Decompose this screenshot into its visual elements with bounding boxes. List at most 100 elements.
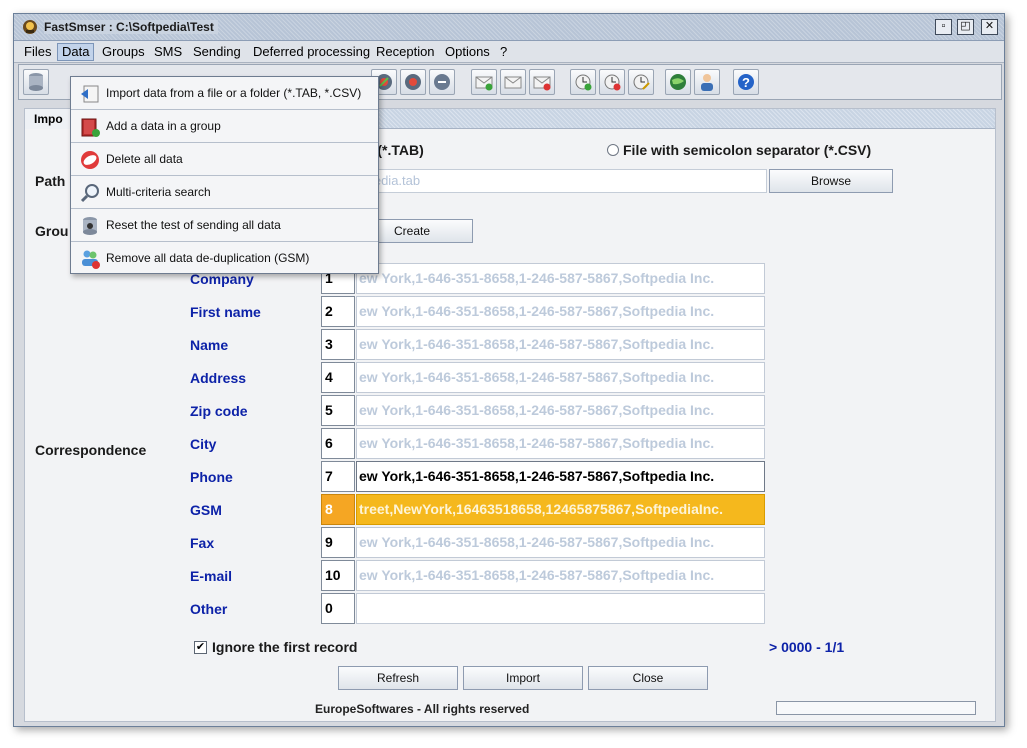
field-label: Zip code bbox=[190, 403, 248, 419]
refresh-button[interactable]: Refresh bbox=[338, 666, 458, 690]
column-number-input[interactable]: 3 bbox=[321, 329, 355, 360]
delete-icon bbox=[81, 151, 99, 169]
field-preview-value: ew York,1-646-351-8658,1-246-587-5867,So… bbox=[356, 395, 765, 426]
menu-item-label: Multi-criteria search bbox=[106, 185, 211, 199]
field-preview-value bbox=[356, 593, 765, 624]
menu-item-label: Remove all data de-duplication (GSM) bbox=[106, 251, 310, 265]
column-number-input[interactable]: 7 bbox=[321, 461, 355, 492]
format-csv-radio[interactable] bbox=[607, 144, 619, 156]
menu-sms[interactable]: SMS bbox=[150, 43, 186, 61]
menu-files[interactable]: Files bbox=[20, 43, 55, 61]
correspondence-label: Correspondence bbox=[35, 442, 147, 458]
menu-options[interactable]: Options bbox=[441, 43, 494, 61]
toolbar-button-database[interactable] bbox=[23, 69, 49, 95]
column-number-input[interactable]: 0 bbox=[321, 593, 355, 624]
help-icon: ? bbox=[738, 74, 754, 90]
browse-button[interactable]: Browse bbox=[769, 169, 893, 193]
toolbar-button-help[interactable]: ? bbox=[733, 69, 759, 95]
field-label: Name bbox=[190, 337, 229, 353]
menu-item-add-data[interactable]: Add a data in a group bbox=[71, 110, 378, 143]
column-number-input[interactable]: 9 bbox=[321, 527, 355, 558]
minimize-button[interactable]: ▫ bbox=[935, 19, 952, 35]
field-preview-value: ew York,1-646-351-8658,1-246-587-5867,So… bbox=[356, 428, 765, 459]
clock-remove-icon bbox=[604, 74, 621, 91]
menu-item-label: Delete all data bbox=[106, 152, 183, 166]
menu-groups[interactable]: Groups bbox=[98, 43, 149, 61]
menu-reception[interactable]: Reception bbox=[372, 43, 439, 61]
envelope-remove-icon bbox=[533, 76, 551, 91]
menu-item-label: Add a data in a group bbox=[106, 119, 221, 133]
menu-sending[interactable]: Sending bbox=[189, 43, 245, 61]
ignore-first-checkbox[interactable]: ✔ bbox=[194, 641, 207, 654]
menu-item-label: Import data from a file or a folder (*.T… bbox=[106, 86, 362, 100]
menu-item-import-data[interactable]: Import data from a file or a folder (*.T… bbox=[71, 77, 378, 110]
toolbar-button-clock-remove[interactable] bbox=[599, 69, 625, 95]
title-bar[interactable]: FastSmser : C:\Softpedia\Test ▫ ◰ ✕ bbox=[14, 14, 1004, 41]
format-csv-label: File with semicolon separator (*.CSV) bbox=[623, 142, 872, 158]
field-preview-value: ew York,1-646-351-8658,1-246-587-5867,So… bbox=[356, 560, 765, 591]
sms-receive-icon bbox=[405, 74, 421, 90]
menu-item-multi-criteria-search[interactable]: Multi-criteria search bbox=[71, 176, 378, 209]
minimize-icon: ▫ bbox=[941, 20, 946, 32]
field-label: Phone bbox=[190, 469, 233, 485]
menu-item-label: Reset the test of sending all data bbox=[106, 218, 281, 232]
column-number-input[interactable]: 5 bbox=[321, 395, 355, 426]
close-window-button[interactable]: ✕ bbox=[981, 19, 998, 35]
field-label: Other bbox=[190, 601, 228, 617]
group-label: Grou bbox=[35, 223, 69, 239]
user-icon bbox=[701, 74, 713, 91]
toolbar-button-globe[interactable] bbox=[665, 69, 691, 95]
toolbar-button-sms-receive[interactable] bbox=[400, 69, 426, 95]
field-preview-value: ew York,1-646-351-8658,1-246-587-5867,So… bbox=[356, 263, 765, 294]
field-label: Address bbox=[190, 370, 247, 386]
import-button[interactable]: Import bbox=[463, 666, 583, 690]
menu-deferred-processing[interactable]: Deferred processing bbox=[249, 43, 374, 61]
toolbar-button-envelope-add[interactable] bbox=[471, 69, 497, 95]
field-preview-value: ew York,1-646-351-8658,1-246-587-5867,So… bbox=[356, 329, 765, 360]
field-label: GSM bbox=[190, 502, 222, 518]
svg-text:?: ? bbox=[742, 75, 750, 90]
toolbar-button-clock-edit[interactable] bbox=[628, 69, 654, 95]
menu-item-delete-all[interactable]: Delete all data bbox=[71, 143, 378, 176]
menu-help[interactable]: ? bbox=[496, 43, 511, 61]
menu-data[interactable]: Data bbox=[57, 43, 95, 61]
column-number-input[interactable]: 6 bbox=[321, 428, 355, 459]
field-preview-value: ew York,1-646-351-8658,1-246-587-5867,So… bbox=[356, 527, 765, 558]
maximize-icon: ◰ bbox=[960, 20, 971, 32]
path-label: Path bbox=[35, 173, 66, 189]
field-label: City bbox=[190, 436, 217, 452]
envelope-send-icon bbox=[504, 76, 522, 89]
column-number-input[interactable]: 4 bbox=[321, 362, 355, 393]
maximize-button[interactable]: ◰ bbox=[957, 19, 974, 35]
progress-bar bbox=[776, 701, 976, 715]
field-label: First name bbox=[190, 304, 261, 320]
column-number-input[interactable]: 8 bbox=[321, 494, 355, 525]
field-preview-value: ew York,1-646-351-8658,1-246-587-5867,So… bbox=[356, 296, 765, 327]
field-preview-value: treet,NewYork,16463518658,12465875867,So… bbox=[356, 494, 765, 525]
ignore-first-label: Ignore the first record bbox=[212, 639, 358, 655]
clock-edit-icon bbox=[633, 74, 650, 90]
data-menu-dropdown: Import data from a file or a folder (*.T… bbox=[70, 76, 379, 274]
sms-edit-icon bbox=[434, 74, 450, 90]
toolbar-button-envelope-remove[interactable] bbox=[529, 69, 555, 95]
app-logo-icon bbox=[23, 20, 37, 34]
field-preview-value: ew York,1-646-351-8658,1-246-587-5867,So… bbox=[356, 362, 765, 393]
close-icon: ✕ bbox=[984, 20, 995, 32]
toolbar-button-envelope-send[interactable] bbox=[500, 69, 526, 95]
app-window: FastSmser : C:\Softpedia\Test ▫ ◰ ✕ File… bbox=[13, 13, 1005, 727]
toolbar-button-sms-edit[interactable] bbox=[429, 69, 455, 95]
menu-item-reset-sending-test[interactable]: Reset the test of sending all data bbox=[71, 209, 378, 242]
toolbar-button-clock-add[interactable] bbox=[570, 69, 596, 95]
column-number-input[interactable]: 10 bbox=[321, 560, 355, 591]
users-remove-icon bbox=[82, 250, 100, 269]
database-icon bbox=[29, 73, 43, 91]
globe-icon bbox=[670, 74, 686, 90]
menu-item-remove-deduplication[interactable]: Remove all data de-duplication (GSM) bbox=[71, 242, 378, 275]
column-number-input[interactable]: 2 bbox=[321, 296, 355, 327]
close-button[interactable]: Close bbox=[588, 666, 708, 690]
field-label: E-mail bbox=[190, 568, 233, 584]
toolbar-button-user[interactable] bbox=[694, 69, 720, 95]
path-input[interactable]: tpedia.tab bbox=[358, 169, 767, 193]
clock-add-icon bbox=[575, 74, 592, 91]
footer-copyright: EuropeSoftwares - All rights reserved bbox=[315, 702, 530, 716]
